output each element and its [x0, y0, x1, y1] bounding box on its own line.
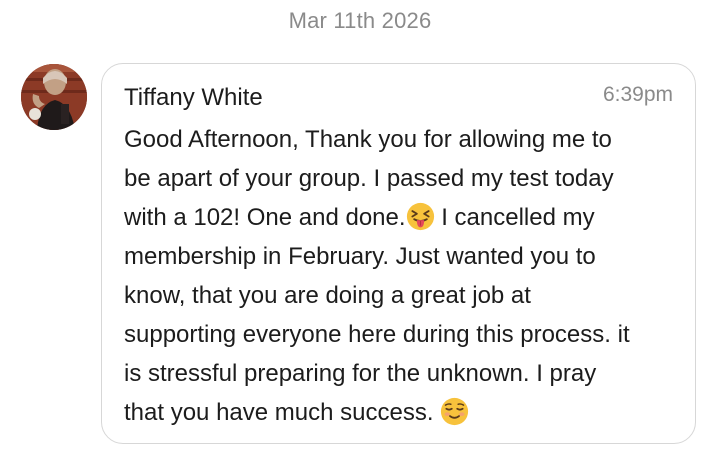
- message-line: supporting everyone here during this pro…: [124, 321, 630, 348]
- message-line: that you have much success.: [124, 393, 684, 432]
- message-line: is stressful preparing for the unknown. …: [124, 360, 597, 387]
- avatar-photo: [21, 64, 87, 130]
- message-line-part: that you have much success.: [124, 399, 434, 426]
- chat-view: Mar 11th 2026 Tiffany White 6:39pm Good …: [0, 0, 720, 451]
- sender-name[interactable]: Tiffany White: [124, 84, 263, 112]
- squinting-tongue-emoji-icon: [406, 202, 434, 231]
- message-line: Good Afternoon, Thank you for allowing m…: [124, 126, 612, 153]
- message-line: with a 102! One and done. I cancelled my: [124, 198, 684, 237]
- message-line: know, that you are doing a great job at: [124, 282, 531, 309]
- message-text: Good Afternoon, Thank you for allowing m…: [124, 120, 684, 432]
- smiling-face-emoji-icon: [441, 397, 469, 426]
- message-time: 6:39pm: [602, 83, 673, 106]
- avatar[interactable]: [21, 64, 87, 130]
- message-line-part: I cancelled my: [441, 204, 595, 231]
- message-bubble[interactable]: Tiffany White 6:39pm Good Afternoon, Tha…: [101, 63, 696, 444]
- message-line-part: with a 102! One and done.: [124, 204, 406, 231]
- message-line: membership in February. Just wanted you …: [124, 243, 596, 270]
- message-line: be apart of your group. I passed my test…: [124, 165, 614, 192]
- date-divider: Mar 11th 2026: [288, 8, 432, 33]
